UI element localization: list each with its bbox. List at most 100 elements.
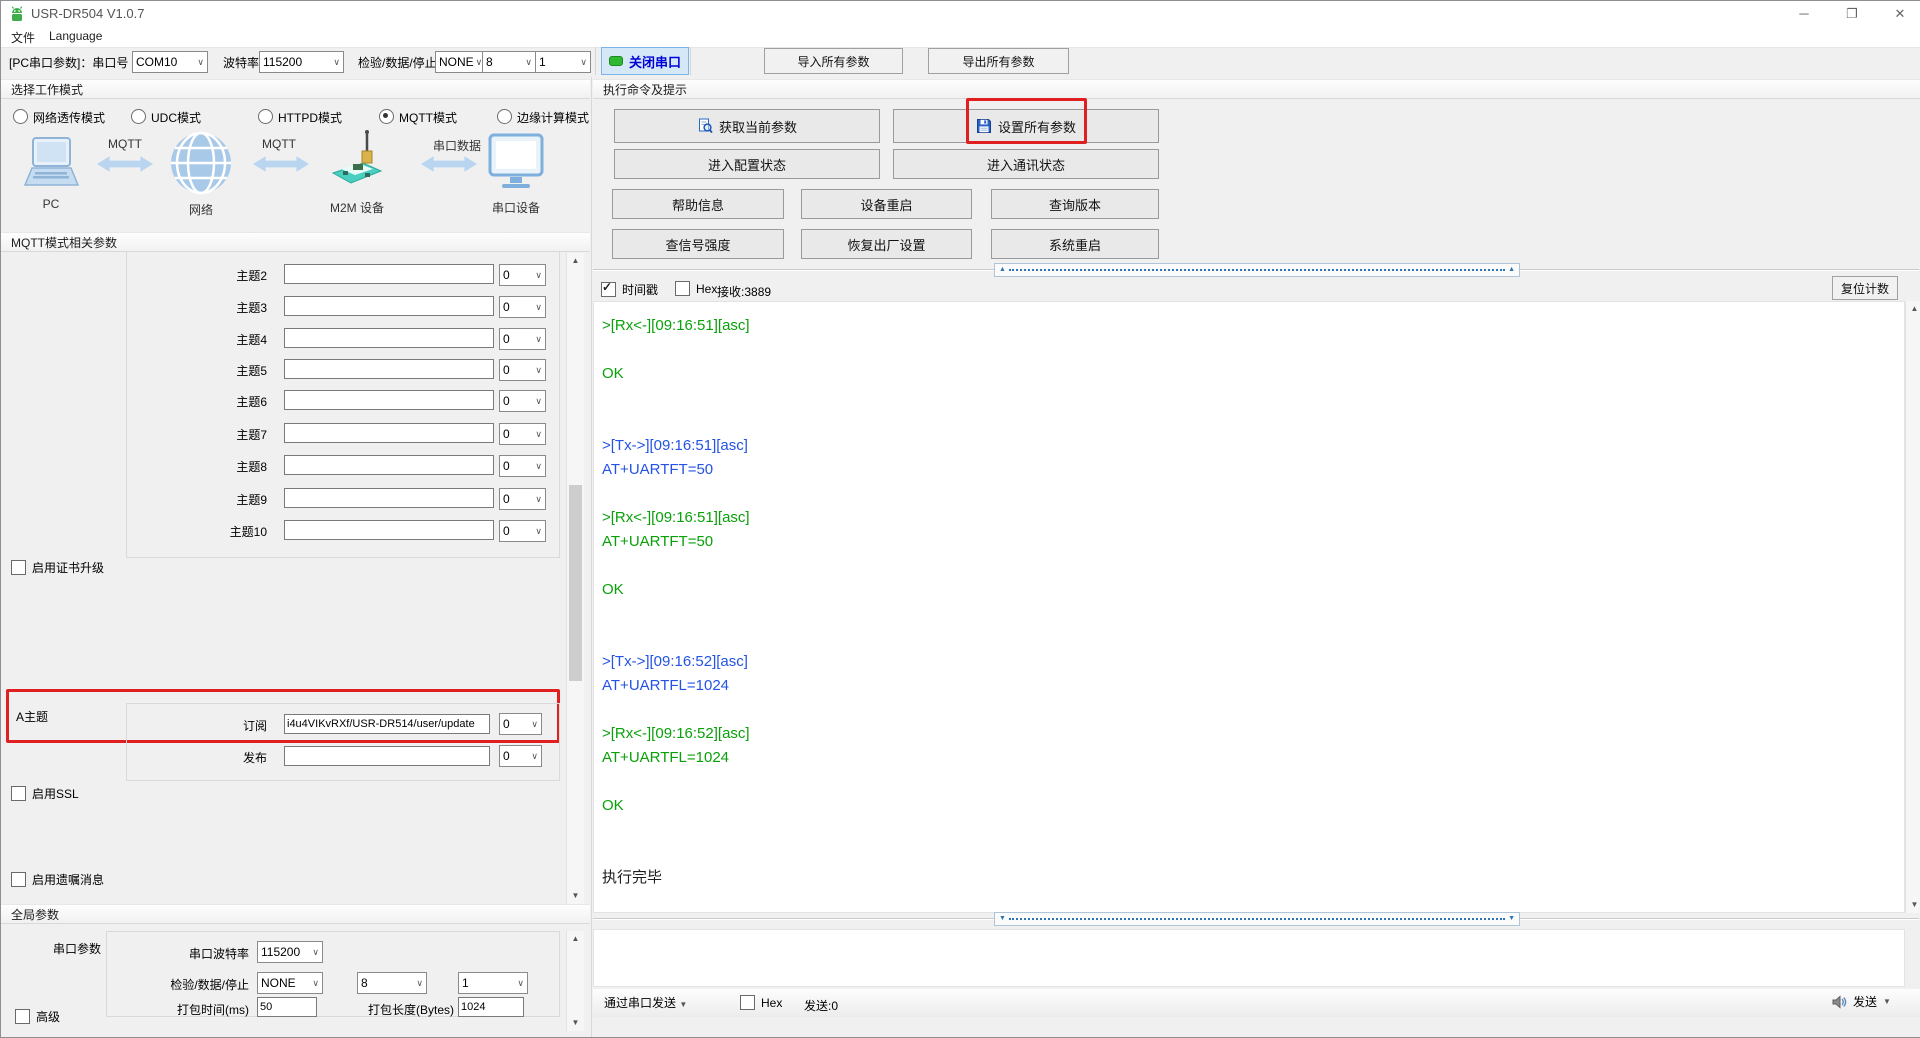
- timestamp-checkbox[interactable]: 时间戳: [601, 281, 658, 298]
- menu-language[interactable]: Language: [49, 29, 102, 43]
- work-mode-radio-1[interactable]: 网络透传模式: [13, 109, 105, 126]
- topic-input[interactable]: [284, 455, 494, 475]
- recv-hex-checkbox[interactable]: Hex: [675, 281, 717, 296]
- topic-input[interactable]: [284, 520, 494, 540]
- topic-label: 主题2: [171, 267, 267, 284]
- m2m-device-icon: [329, 129, 385, 195]
- green-led-icon: [609, 56, 623, 66]
- top-trackbar[interactable]: ▲ ▲: [994, 263, 1520, 277]
- topic-qos-select[interactable]: 0∨: [499, 390, 546, 412]
- topic-qos-select[interactable]: 0∨: [499, 328, 546, 350]
- topic-input[interactable]: [284, 390, 494, 410]
- global-stopbits-select[interactable]: 1∨: [458, 972, 528, 994]
- mqtt-params-scrollbar[interactable]: ▲ ▼: [566, 253, 584, 904]
- com-port-select[interactable]: COM10∨: [132, 51, 208, 73]
- subscribe-topic-input[interactable]: [284, 714, 490, 734]
- topic-qos-select[interactable]: 0∨: [499, 520, 546, 542]
- global-parity-select[interactable]: NONE∨: [257, 972, 323, 994]
- close-button[interactable]: ✕: [1885, 4, 1915, 24]
- baud-select[interactable]: 115200∨: [259, 51, 344, 73]
- scrollbar-thumb[interactable]: [569, 485, 582, 681]
- app-window: USR-DR504 V1.0.7 ─ ❐ ✕ 文件 Language [PC串口…: [0, 0, 1920, 1038]
- cmd-button-r3-3[interactable]: 查询版本: [991, 189, 1159, 219]
- topic-qos-select[interactable]: 0∨: [499, 264, 546, 286]
- cmd-button-r2-1[interactable]: 进入配置状态: [614, 149, 880, 179]
- publish-topic-input[interactable]: [284, 746, 490, 766]
- cmd-button-r3-1[interactable]: 帮助信息: [612, 189, 784, 219]
- global-baud-select[interactable]: 115200∨: [257, 941, 323, 963]
- chevron-down-icon: ∨: [535, 429, 542, 440]
- topic-input[interactable]: [284, 488, 494, 508]
- reset-count-button[interactable]: 复位计数: [1832, 276, 1898, 300]
- topic-qos-select[interactable]: 0∨: [499, 296, 546, 318]
- work-mode-radio-5[interactable]: 边缘计算模式: [497, 109, 589, 126]
- menu-file[interactable]: 文件: [11, 29, 35, 46]
- parity-select[interactable]: NONE∨: [435, 51, 483, 73]
- scroll-down-icon[interactable]: ▼: [567, 888, 584, 904]
- work-mode-radio-2[interactable]: UDC模式: [131, 109, 201, 126]
- log-output[interactable]: >[Rx<-][09:16:51][asc] OK >[Tx->][09:16:…: [593, 301, 1905, 913]
- restore-button[interactable]: ❐: [1837, 4, 1867, 24]
- cmd-button-r1-1[interactable]: 获取当前参数: [614, 109, 880, 143]
- stopbits-select[interactable]: 1∨: [535, 51, 591, 73]
- will-message-checkbox[interactable]: 启用遗嘱消息: [11, 871, 104, 888]
- scroll-up-icon[interactable]: ▲: [567, 931, 584, 947]
- topic-label: 主题6: [171, 393, 267, 410]
- topic-qos-select[interactable]: 0∨: [499, 488, 546, 510]
- chevron-down-icon: ∨: [197, 57, 204, 68]
- advanced-checkbox[interactable]: 高级: [15, 1008, 60, 1025]
- work-mode-radio-3[interactable]: HTTPD模式: [258, 109, 342, 126]
- topic-input[interactable]: [284, 328, 494, 348]
- app-robot-icon: [9, 6, 25, 22]
- trackbar-thumb-icon[interactable]: ▼: [999, 914, 1006, 924]
- trackbar-thumb-icon[interactable]: ▲: [1508, 265, 1515, 275]
- global-databits-select[interactable]: 8∨: [357, 972, 427, 994]
- send-hex-checkbox[interactable]: Hex: [740, 995, 782, 1010]
- pack-time-input[interactable]: [257, 997, 317, 1017]
- cmd-button-r4-1[interactable]: 查信号强度: [612, 229, 784, 259]
- topic-input[interactable]: [284, 264, 494, 284]
- send-button[interactable]: 发送 ▼: [1831, 993, 1891, 1010]
- send-via-serial-dropdown[interactable]: 通过串口发送 ▼: [604, 994, 687, 1011]
- minimize-button[interactable]: ─: [1789, 4, 1819, 24]
- topic-label: 主题4: [171, 331, 267, 348]
- scroll-up-icon[interactable]: ▲: [567, 253, 584, 269]
- log-scrollbar[interactable]: ▲ ▼: [1905, 301, 1920, 913]
- send-input[interactable]: [593, 929, 1905, 987]
- serial-toolbar: [PC串口参数]：串口号 COM10∨ 波特率 115200∨ 检验/数据/停止…: [1, 47, 1920, 77]
- import-all-button[interactable]: 导入所有参数: [764, 48, 903, 74]
- cmd-button-r4-3[interactable]: 系统重启: [991, 229, 1159, 259]
- topic-row-主题4: 主题4 0∨: [1, 328, 558, 350]
- scroll-up-icon[interactable]: ▲: [1906, 301, 1920, 317]
- export-all-button[interactable]: 导出所有参数: [928, 48, 1069, 74]
- chevron-down-icon: ∨: [312, 978, 319, 989]
- trackbar-thumb-icon[interactable]: ▼: [1508, 914, 1515, 924]
- databits-select[interactable]: 8∨: [482, 51, 536, 73]
- topic-input[interactable]: [284, 423, 494, 443]
- radio-icon: [497, 109, 512, 124]
- ssl-checkbox[interactable]: 启用SSL: [11, 785, 79, 802]
- toolbar-separator: [690, 47, 691, 75]
- cmd-button-r4-2[interactable]: 恢复出厂设置: [801, 229, 972, 259]
- chevron-down-icon: ∨: [535, 302, 542, 313]
- cert-upgrade-checkbox[interactable]: 启用证书升级: [11, 559, 104, 576]
- scroll-down-icon[interactable]: ▼: [567, 1015, 584, 1031]
- mode-diagram: MQTT MQTT 串口数据 PC 网络 M2M 设备 串口设备: [1, 129, 590, 233]
- pack-len-input[interactable]: [458, 997, 524, 1017]
- topic-qos-select[interactable]: 0∨: [499, 423, 546, 445]
- cmd-button-r2-2[interactable]: 进入通讯状态: [893, 149, 1159, 179]
- publish-qos-select[interactable]: 0∨: [499, 745, 542, 767]
- cmd-button-r3-2[interactable]: 设备重启: [801, 189, 972, 219]
- topic-qos-select[interactable]: 0∨: [499, 359, 546, 381]
- topic-input[interactable]: [284, 296, 494, 316]
- scroll-down-icon[interactable]: ▼: [1906, 897, 1920, 913]
- bottom-trackbar[interactable]: ▼ ▼: [994, 912, 1520, 926]
- subscribe-qos-select[interactable]: 0∨: [499, 713, 542, 735]
- global-params-scrollbar[interactable]: ▲ ▼: [566, 931, 584, 1031]
- close-serial-button[interactable]: 关闭串口: [601, 47, 689, 75]
- trackbar-thumb-icon[interactable]: ▲: [999, 265, 1006, 275]
- topic-qos-select[interactable]: 0∨: [499, 455, 546, 477]
- topic-input[interactable]: [284, 359, 494, 379]
- topic-row-主题8: 主题80∨: [1, 455, 558, 477]
- work-mode-radio-4[interactable]: MQTT模式: [379, 109, 457, 126]
